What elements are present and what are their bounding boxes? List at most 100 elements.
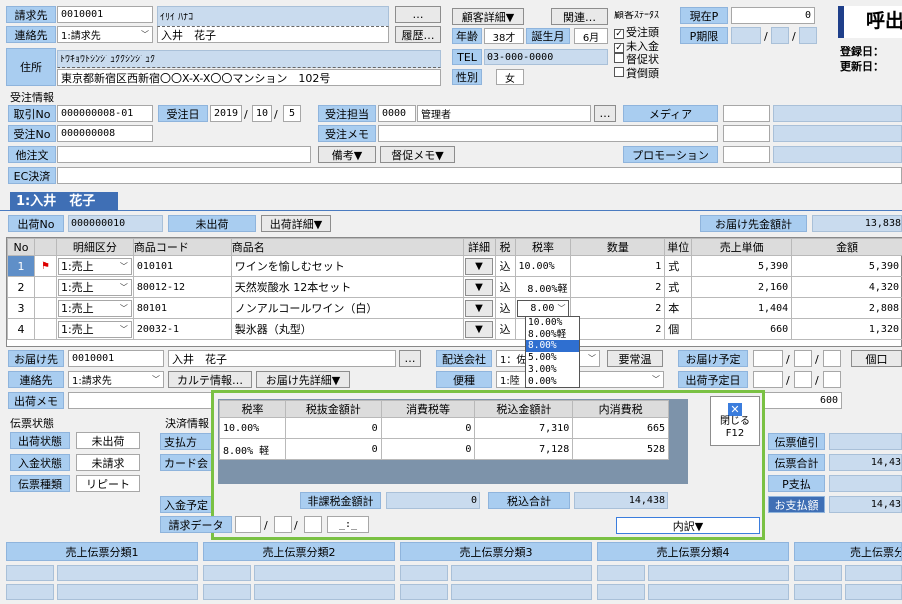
table-row[interactable]: 1 ⚑ 1:売上 ﹀ 010101 ワインを愉しむセット ▼ 込 10.00% 1… (7, 255, 902, 277)
bunrui-4-code-2[interactable] (597, 584, 645, 600)
ec-input[interactable] (57, 167, 902, 184)
address-kana-field[interactable]: ﾄｳｷｮｳﾄｼﾝｼﾞｭｸｸｼﾝｼﾞｭｸ (57, 50, 441, 68)
rate-select[interactable]: 8.00 ﹀ (516, 299, 570, 317)
kubun-select[interactable]: 1:売上 ﹀ (57, 320, 132, 338)
bunrui-1-code-2[interactable] (6, 584, 54, 600)
tanto-code-input[interactable]: 0000 (378, 105, 416, 122)
tachumon-input[interactable] (57, 146, 311, 163)
qty-cell[interactable]: 2 (570, 318, 666, 340)
karute-button[interactable]: カルテ情報… (168, 371, 252, 388)
rate-cell[interactable]: 8.00%軽 (514, 276, 572, 298)
bin-select[interactable]: 1:陸 ﹀ (496, 371, 664, 388)
rate-option[interactable]: 0.00% (526, 376, 579, 387)
seikyu-day-input[interactable] (304, 516, 322, 533)
price-cell[interactable]: 2,160 (691, 276, 793, 298)
ikko-button[interactable]: 個口 (851, 350, 902, 367)
kokyaku-shosai-button[interactable]: 顧客詳細▼ (452, 8, 524, 25)
rate-cell[interactable]: 10.00% (514, 255, 572, 277)
biko-button[interactable]: 備考▼ (318, 146, 376, 163)
bunrui-2-code[interactable] (203, 565, 251, 581)
name-cell[interactable]: 製氷器（丸型） (230, 318, 464, 340)
promotion-code-input[interactable] (723, 146, 770, 163)
rate-option[interactable]: 5.00% (526, 352, 579, 364)
name-cell[interactable]: ノンアルコールワイン（白） (230, 297, 464, 319)
price-cell[interactable]: 5,390 (691, 255, 793, 277)
table-row[interactable]: 4 1:売上 ﹀ 20032-1 製氷器（丸型） ▼ 込 2 個 660 1,32… (7, 318, 902, 340)
rate-option[interactable]: 8.00%軽 (526, 329, 579, 341)
rireki-button[interactable]: 履歴… (395, 26, 441, 43)
yojoon-button[interactable]: 要常温 (607, 350, 663, 367)
rate-option[interactable]: 10.00% (526, 317, 579, 329)
renrakusaki-select[interactable]: 1:請求先 ﹀ (57, 26, 153, 43)
otodoke-shosai-button[interactable]: お届け先詳細▼ (256, 371, 350, 388)
rate-dropdown-list[interactable]: 10.00% 8.00%軽 8.00% 5.00% 3.00% 0.00% (525, 316, 580, 388)
shukka-shosai-button[interactable]: 出荷詳細▼ (261, 215, 331, 232)
qty-cell[interactable]: 2 (570, 276, 666, 298)
price-cell[interactable]: 660 (691, 318, 793, 340)
juchu-day-input[interactable]: 5 (283, 105, 301, 122)
juchu-month-input[interactable]: 10 (252, 105, 272, 122)
detail-button[interactable]: ▼ (465, 278, 494, 296)
juchu-memo-input[interactable] (378, 125, 718, 142)
yotei-month-input[interactable] (794, 350, 812, 367)
bunrui-5-code[interactable] (794, 565, 842, 581)
p-kigen-day[interactable] (799, 27, 817, 44)
kubun-select[interactable]: 1:売上 ﹀ (57, 257, 132, 275)
detail-button[interactable]: ▼ (465, 320, 494, 338)
code-cell[interactable]: 010101 (132, 255, 232, 277)
status-minyukin[interactable]: ✓ 未入金 (614, 40, 659, 54)
tokusoku-memo-button[interactable]: 督促メモ▼ (380, 146, 455, 163)
media-code-input[interactable] (723, 105, 770, 122)
media-code-input-2[interactable] (723, 125, 770, 142)
seikyusaki-search-button[interactable]: … (395, 6, 441, 23)
price-cell[interactable]: 1,404 (691, 297, 793, 319)
kanren-button[interactable]: 関連… (551, 8, 608, 25)
bunrui-4-code[interactable] (597, 565, 645, 581)
seikyu-month-input[interactable] (274, 516, 292, 533)
shukka-month-input[interactable] (794, 371, 812, 388)
row-no[interactable]: 4 (7, 318, 35, 340)
yotei-year-input[interactable] (753, 350, 783, 367)
shukka-day-input[interactable] (823, 371, 841, 388)
seikyu-time-input[interactable]: _:_ (327, 516, 369, 533)
tel-field[interactable]: 03-000-0000 (484, 49, 608, 65)
bunrui-1-code[interactable] (6, 565, 54, 581)
name-kana-field[interactable]: ｲﾘｲ ﾊﾅｺ (157, 6, 389, 27)
otodoke-name-field[interactable]: 入井 花子 (168, 350, 396, 367)
code-cell[interactable]: 80101 (132, 297, 232, 319)
juchu-year-input[interactable]: 2019 (210, 105, 242, 122)
qty-cell[interactable]: 1 (570, 255, 666, 277)
name-cell[interactable]: ワインを愉しむセット (230, 255, 464, 277)
table-row[interactable]: 2 1:売上 ﹀ 80012-12 天然炭酸水 12本セット ▼ 込 8.00%軽… (7, 276, 902, 298)
seikyu-year-input[interactable] (235, 516, 261, 533)
kubun-select[interactable]: 1:売上 ﹀ (57, 278, 132, 296)
row-no[interactable]: 3 (7, 297, 35, 319)
close-popup-button[interactable]: ✕ 閉じる F12 (710, 396, 760, 446)
rate-option-selected[interactable]: 8.00% (526, 340, 579, 353)
detail-button[interactable]: ▼ (465, 299, 494, 317)
table-row[interactable]: 3 1:売上 ﹀ 80101 ノンアルコールワイン（白） ▼ 込 8.00 ﹀ 2 … (7, 297, 902, 319)
qty-cell[interactable]: 2 (570, 297, 666, 319)
uchiwake-button[interactable]: 内訳▼ (616, 517, 760, 534)
p-kigen-year[interactable] (731, 27, 761, 44)
name-field[interactable]: 入井 花子 (157, 26, 389, 43)
bunrui-3-code[interactable] (400, 565, 448, 581)
seikyusaki-code-input[interactable]: 0010001 (57, 6, 153, 23)
detail-button[interactable]: ▼ (465, 257, 494, 275)
p-kigen-month[interactable] (771, 27, 789, 44)
bunrui-2-code-2[interactable] (203, 584, 251, 600)
row-no[interactable]: 2 (7, 276, 35, 298)
yotei-day-input[interactable] (823, 350, 841, 367)
rate-option[interactable]: 3.00% (526, 364, 579, 376)
status-kashidaore[interactable]: 貸倒頭 (614, 66, 659, 81)
renraku-select[interactable]: 1:請求先 ﹀ (68, 371, 164, 388)
tanto-search-button[interactable]: … (594, 105, 616, 122)
name-cell[interactable]: 天然炭酸水 12本セット (230, 276, 464, 298)
otodoke-code-input[interactable]: 0010001 (68, 350, 164, 367)
shukka-year-input[interactable] (753, 371, 783, 388)
row-no[interactable]: 1 (7, 255, 35, 277)
kubun-select[interactable]: 1:売上 ﹀ (57, 299, 132, 317)
status-juchu[interactable]: ✓ 受注頭 (614, 26, 659, 40)
tab-customer-1[interactable]: 1:入井 花子 (10, 192, 118, 211)
address-field[interactable]: 東京都新宿区西新宿〇〇X-X-X〇〇マンション 102号 (57, 69, 441, 86)
